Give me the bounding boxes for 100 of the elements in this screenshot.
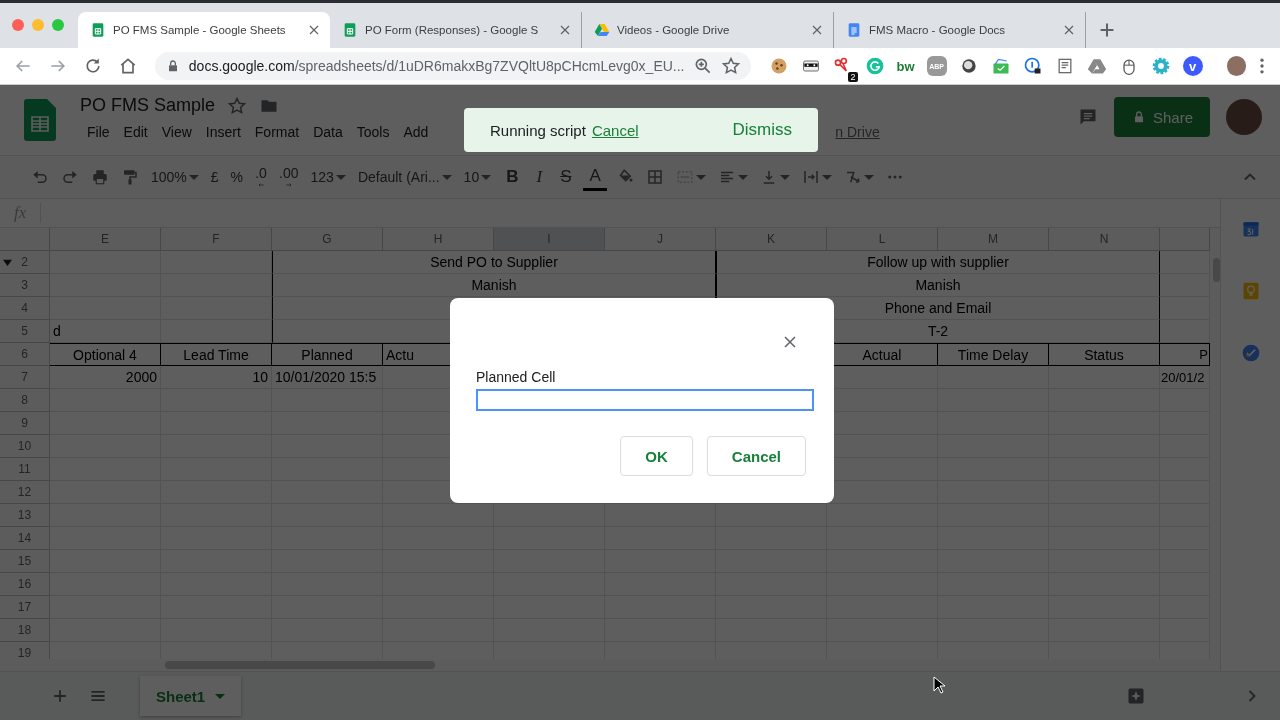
decimal-button[interactable]: .00	[279, 165, 299, 181]
explore-icon[interactable]	[1126, 686, 1146, 706]
row-header[interactable]: 17	[17, 600, 32, 614]
row-header[interactable]: 4	[21, 301, 28, 315]
row-header[interactable]: 3	[21, 278, 28, 292]
reload-icon[interactable]	[83, 56, 103, 76]
menu-item[interactable]: Format	[247, 122, 307, 142]
share-button[interactable]: Share	[1114, 97, 1210, 137]
table-cell: Manish	[716, 274, 1160, 297]
column-header[interactable]: J	[605, 228, 716, 251]
column-header[interactable]: G	[272, 228, 383, 251]
print-icon[interactable]	[91, 168, 109, 186]
menu-item[interactable]: Data	[306, 122, 350, 142]
table-cell: 10	[161, 366, 272, 389]
column-header[interactable]: K	[716, 228, 827, 251]
triangle-icon[interactable]	[1086, 56, 1107, 76]
column-header[interactable]: M	[938, 228, 1049, 251]
column-header[interactable]	[1160, 228, 1210, 251]
column-header[interactable]: H	[383, 228, 494, 251]
row-header[interactable]: 12	[17, 485, 32, 499]
undo-icon[interactable]	[31, 168, 49, 186]
url-path: /spreadsheets/d/1uDR6makxBg7ZVQltU8pCHcmLevg0x_EU...	[294, 58, 685, 74]
borders-icon[interactable]	[645, 168, 664, 186]
menu-item[interactable]: Edit	[116, 122, 155, 142]
lock-circle-icon[interactable]	[1022, 56, 1043, 76]
italic-button[interactable]: I	[530, 163, 549, 191]
caret-icon	[335, 174, 346, 180]
row-header[interactable]: 16	[17, 577, 32, 591]
address-bar[interactable]: docs.google.com/spreadsheets/d/1uDR6makxBg7ZVQltU8pCHcmLevg0x_EU...	[154, 52, 751, 80]
caret-icon	[481, 174, 492, 180]
star-icon[interactable]	[720, 56, 741, 76]
dropdown[interactable]: 100%	[148, 163, 202, 191]
field-label: Planned Cell	[476, 369, 557, 385]
extension-button[interactable]: v	[1182, 56, 1203, 76]
spreadsheet-icon	[90, 22, 106, 38]
row-header[interactable]: 18	[17, 623, 32, 637]
row-header[interactable]: 15	[17, 554, 32, 568]
table-cell: Lead Time	[161, 343, 272, 366]
dismiss-button[interactable]: Dismiss	[732, 120, 792, 140]
spreadsheet-logo[interactable]	[24, 99, 56, 141]
dropdown[interactable]: 123	[307, 163, 349, 191]
close-window-button[interactable]	[12, 18, 24, 31]
redo-icon[interactable]	[61, 168, 79, 186]
decimal-button[interactable]: .0	[255, 165, 267, 181]
browser-tab[interactable]: PO FMS Sample - Google Sheets	[78, 12, 330, 48]
row-header[interactable]: 9	[21, 416, 28, 430]
column-header[interactable]: E	[50, 228, 161, 251]
dropdown[interactable]: Default (Ari...	[354, 163, 455, 191]
profile-avatar[interactable]	[1226, 56, 1247, 76]
row-header[interactable]: 6	[21, 347, 28, 361]
table-cell: d	[50, 320, 161, 343]
paint-roller-icon[interactable]	[121, 168, 139, 186]
caret-icon[interactable]	[215, 693, 226, 699]
minimize-window-button[interactable]	[32, 18, 44, 31]
row-header[interactable]: 14	[17, 531, 32, 545]
extension-button[interactable]: bw	[896, 58, 915, 74]
format-button[interactable]: £	[207, 163, 222, 191]
row-header[interactable]: 2	[21, 255, 28, 269]
collapse-triangle-icon[interactable]	[3, 258, 12, 267]
text-wrap-icon[interactable]	[801, 168, 820, 186]
table-cell: Time Delay	[938, 343, 1049, 366]
dropdown[interactable]: 10	[460, 163, 495, 191]
url-host: docs.google.com	[188, 58, 295, 74]
column-header[interactable]: F	[161, 228, 272, 251]
row-header[interactable]: 5	[21, 324, 28, 338]
menu-item[interactable]: Add	[396, 122, 436, 142]
comment-icon[interactable]	[1078, 107, 1098, 127]
column-header[interactable]: N	[1049, 228, 1160, 251]
row-header[interactable]: 7	[21, 370, 28, 384]
checkmark-circle-icon[interactable]	[1240, 343, 1261, 363]
sheet-tab[interactable]: Sheet1	[140, 676, 242, 716]
menu-item[interactable]: Tools	[349, 122, 397, 142]
row-header[interactable]: 19	[17, 646, 32, 659]
caret-icon	[863, 174, 874, 180]
row-header[interactable]: 11	[18, 462, 31, 476]
gear-icon[interactable]	[1150, 56, 1171, 76]
table-cell: Manish	[272, 274, 716, 297]
document-title[interactable]: PO FMS Sample	[80, 95, 216, 116]
triangle-icon	[594, 22, 610, 38]
star-icon[interactable]	[227, 95, 248, 116]
dialog-button[interactable]: OK	[620, 436, 693, 476]
bold-button[interactable]: B	[500, 163, 525, 191]
row-header[interactable]: 8	[21, 393, 28, 407]
caret-icon	[441, 174, 452, 180]
last-edit-link[interactable]: n Drive	[835, 124, 880, 140]
menu-item[interactable]: View	[154, 122, 199, 142]
maximize-window-button[interactable]	[52, 18, 64, 31]
account-avatar[interactable]	[1226, 99, 1262, 135]
column-header[interactable]: L	[827, 228, 938, 251]
menu-item[interactable]: File	[80, 122, 117, 142]
cancel-link[interactable]: Cancel	[591, 121, 639, 139]
input-field[interactable]	[476, 389, 814, 411]
menu-item[interactable]: Insert	[198, 122, 248, 142]
table-cell: 10/01/2020 15:5	[272, 366, 383, 389]
format-button[interactable]: %	[227, 163, 247, 191]
row-header[interactable]: 13	[17, 508, 32, 522]
dialog-button[interactable]: Cancel	[706, 436, 806, 476]
row-header[interactable]: 10	[17, 439, 32, 453]
text-color-button[interactable]: A	[583, 163, 607, 191]
strikethrough-button[interactable]: S	[554, 163, 578, 191]
